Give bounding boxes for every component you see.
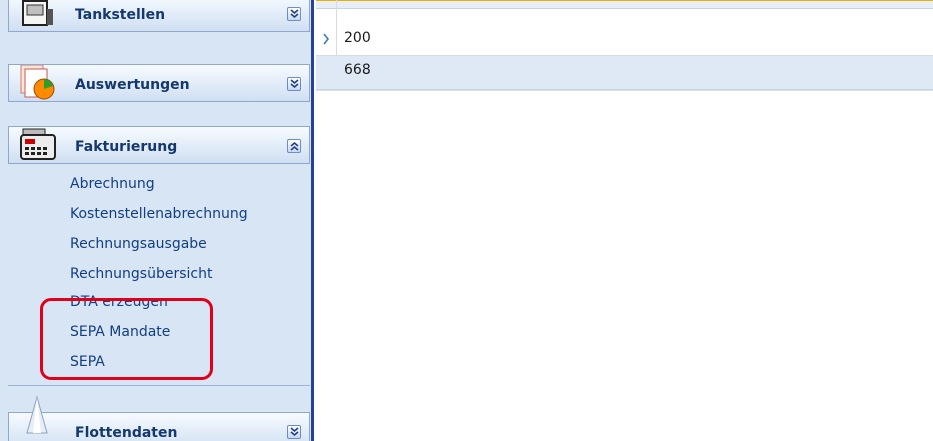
group-separator xyxy=(8,385,310,386)
fuel-station-icon xyxy=(17,0,59,29)
nav-item-dta-erzeugen[interactable]: DTA erzeugen xyxy=(70,294,168,310)
group-label-flottendaten: Flottendaten xyxy=(75,425,178,441)
nav-item-rechnungsuebersicht[interactable]: Rechnungsübersicht xyxy=(70,266,212,282)
group-header-auswertungen[interactable]: Auswertungen xyxy=(8,64,310,102)
table-row[interactable]: 668 xyxy=(316,56,933,90)
group-label-tankstellen: Tankstellen xyxy=(75,7,166,23)
nav-item-sepa[interactable]: SEPA xyxy=(70,354,105,370)
table-cell[interactable]: 668 xyxy=(344,62,371,78)
nav-item-kostenstellenabrechnung[interactable]: Kostenstellenabrechnung xyxy=(70,206,248,222)
group-label-auswertungen: Auswertungen xyxy=(75,77,190,93)
chevron-down-icon[interactable] xyxy=(287,77,301,91)
table-cell[interactable]: 200 xyxy=(344,30,371,46)
chevron-down-icon[interactable] xyxy=(287,425,301,439)
cash-register-icon xyxy=(17,127,59,161)
table-row[interactable]: 200 xyxy=(316,24,933,56)
nav-item-abrechnung[interactable]: Abrechnung xyxy=(70,176,155,192)
chevron-up-icon[interactable] xyxy=(287,139,301,153)
grid-header-strip xyxy=(316,0,933,9)
nav-item-sepa-mandate[interactable]: SEPA Mandate xyxy=(70,324,170,340)
group-header-fakturierung[interactable]: Fakturierung xyxy=(8,126,310,164)
fleet-icon xyxy=(17,395,59,434)
row-indicator xyxy=(316,24,336,56)
data-grid[interactable]: 200 668 xyxy=(316,0,933,441)
group-header-flottendaten[interactable]: Flottendaten xyxy=(8,395,310,441)
report-chart-icon xyxy=(17,64,59,100)
navigation-sidebar: Tankstellen Auswertungen Fakturierung Ab… xyxy=(0,0,314,441)
chevron-down-icon[interactable] xyxy=(287,7,301,21)
grid-line xyxy=(316,90,933,91)
nav-item-rechnungsausgabe[interactable]: Rechnungsausgabe xyxy=(70,236,207,252)
group-header-tankstellen[interactable]: Tankstellen xyxy=(8,0,310,32)
group-label-fakturierung: Fakturierung xyxy=(75,139,178,155)
